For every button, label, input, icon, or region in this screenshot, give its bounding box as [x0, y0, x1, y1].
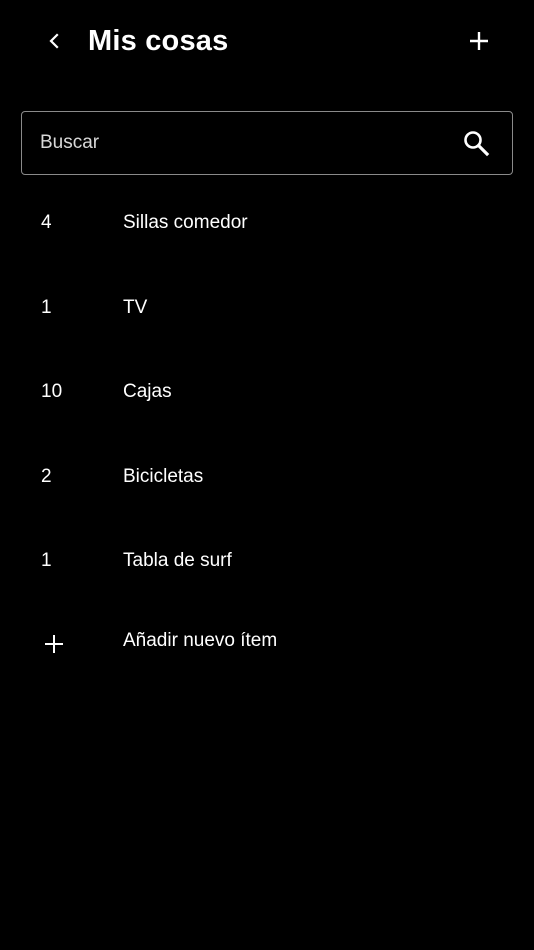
item-name: Bicicletas [123, 465, 204, 487]
item-name: TV [123, 296, 148, 318]
add-button[interactable] [459, 21, 499, 61]
plus-icon [40, 630, 68, 658]
item-name: Sillas comedor [123, 212, 248, 233]
item-name: Cajas [123, 381, 172, 402]
add-new-item-button[interactable]: Añadir nuevo ítem [0, 612, 534, 672]
plus-icon [470, 32, 488, 50]
page-title: Mis cosas [88, 25, 229, 57]
back-button[interactable] [34, 21, 74, 61]
add-new-item-label: Añadir nuevo ítem [123, 630, 278, 651]
item-quantity: 1 [41, 550, 52, 571]
item-quantity: 4 [41, 212, 52, 233]
items-list: 4 Sillas comedor 1 TV 10 Cajas 2 Bicicle… [0, 182, 534, 605]
list-item[interactable]: 2 Bicicletas [0, 436, 534, 521]
chevron-left-icon [49, 33, 59, 49]
search-input[interactable] [40, 112, 450, 173]
app-header: Mis cosas [0, 0, 534, 84]
item-name: Tabla de surf [123, 550, 232, 571]
search-box [21, 111, 513, 175]
list-item[interactable]: 1 Tabla de surf [0, 520, 534, 605]
item-quantity: 2 [41, 465, 52, 487]
list-item[interactable]: 1 TV [0, 267, 534, 352]
item-quantity: 1 [41, 296, 52, 318]
list-item[interactable]: 4 Sillas comedor [0, 182, 534, 267]
magnifier-icon [464, 131, 490, 157]
item-quantity: 10 [41, 381, 63, 402]
search-icon[interactable] [461, 128, 491, 158]
list-item[interactable]: 10 Cajas [0, 351, 534, 436]
